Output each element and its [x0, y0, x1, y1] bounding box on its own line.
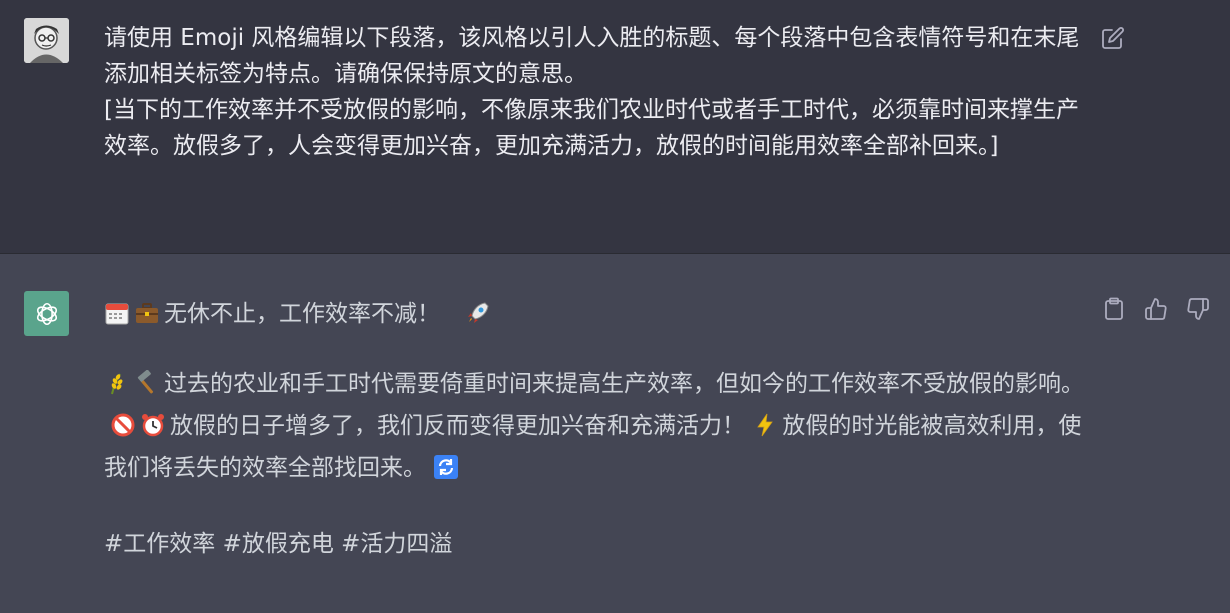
user-message-text: 请使用 Emoji 风格编辑以下段落，该风格以引人入胜的标题、每个段落中包含表情… [104, 20, 1084, 164]
rice-emoji [111, 373, 123, 395]
assistant-title-text: 无休不止，工作效率不减！ [164, 301, 440, 327]
assistant-body: 过去的农业和手工时代需要倚重时间来提高生产效率，但如今的工作效率不受放假的影响。… [104, 363, 1094, 489]
user-paragraph-instruction: 请使用 Emoji 风格编辑以下段落，该风格以引人入胜的标题、每个段落中包含表情… [104, 25, 1080, 87]
assistant-body-part1: 过去的农业和手工时代需要倚重时间来提高生产效率，但如今的工作效率不受放假的影响。 [164, 371, 1084, 397]
alarm-clock-emoji [142, 414, 164, 437]
prohibited-emoji [111, 413, 135, 437]
thumbs-up-icon[interactable] [1143, 296, 1169, 322]
edit-icon[interactable] [1100, 25, 1126, 51]
refresh-emoji [434, 455, 459, 479]
calendar-emoji [105, 303, 129, 325]
user-paragraph-source: [当下的工作效率并不受放假的影响，不像原来我们农业时代或者手工时代，必须靠时间来… [104, 97, 1079, 159]
briefcase-emoji [136, 303, 158, 323]
assistant-tags: #工作效率 #放假充电 #活力四溢 [104, 531, 453, 557]
lightning-emoji [757, 413, 774, 437]
openai-logo-icon [36, 302, 57, 325]
assistant-avatar [24, 291, 69, 336]
assistant-title: 无休不止，工作效率不减！ [104, 293, 1094, 335]
hammer-emoji [137, 370, 154, 394]
thumbs-down-icon[interactable] [1185, 296, 1211, 322]
assistant-message-text: 无休不止，工作效率不减！ 过去的农业和手工时代需要倚重时间来提高生产效率，但如今… [104, 293, 1094, 565]
rocket-emoji [468, 302, 489, 323]
clipboard-icon[interactable] [1101, 296, 1127, 322]
user-avatar [24, 18, 69, 63]
assistant-body-part2: 放假的日子增多了，我们反而变得更加兴奋和充满活力！ [170, 413, 745, 439]
